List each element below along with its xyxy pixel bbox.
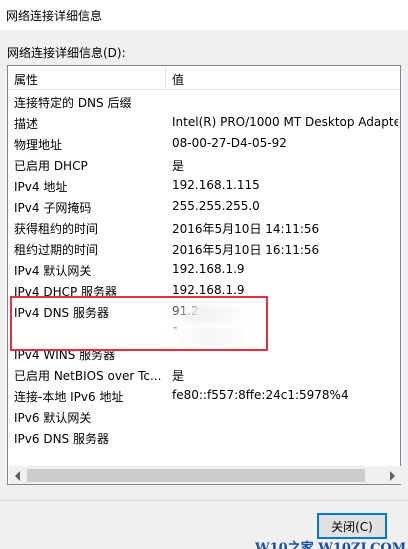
horizontal-scrollbar[interactable] — [9, 466, 401, 484]
table-row[interactable]: 租约过期的时间 2016年5月10日 16:11:56 — [8, 238, 400, 259]
value-cell: 是 — [172, 369, 185, 383]
property-cell: 已启用 NetBIOS over Tc... — [14, 369, 162, 383]
property-cell: 连接-本地 IPv6 地址 — [14, 390, 124, 404]
value-cell: 是 — [172, 159, 185, 173]
table-row[interactable]: 连接-本地 IPv6 地址 fe80::f557:8ffe:24c1:5978%4 — [8, 385, 400, 406]
column-header-property[interactable]: 属性 — [14, 71, 38, 88]
property-cell: IPv6 默认网关 — [14, 411, 92, 425]
highlight-box — [10, 296, 268, 351]
table-row[interactable]: 连接特定的 DNS 后缀 — [8, 91, 400, 112]
property-cell: 描述 — [14, 117, 39, 131]
value-cell: 2016年5月10日 16:11:56 — [172, 243, 320, 257]
window-title: 网络连接详细信息 — [6, 9, 103, 23]
table-row[interactable]: IPv6 DNS 服务器 — [8, 427, 400, 448]
property-cell: IPv6 DNS 服务器 — [14, 432, 109, 446]
value-cell: 192.168.1.9 — [172, 283, 245, 297]
property-cell: 物理地址 — [14, 138, 63, 152]
scroll-right-icon[interactable] — [390, 471, 395, 481]
table-row[interactable]: 描述 Intel(R) PRO/1000 MT Desktop Adapter — [8, 112, 400, 133]
value-cell: fe80::f557:8ffe:24c1:5978%4 — [172, 388, 349, 402]
table-row[interactable]: IPv4 子网掩码 255.255.255.0 — [8, 196, 400, 217]
property-cell: IPv4 地址 — [14, 180, 68, 194]
value-cell: 08-00-27-D4-05-92 — [172, 136, 287, 150]
column-header-value[interactable]: 值 — [172, 71, 184, 88]
table-row[interactable]: 物理地址 08-00-27-D4-05-92 — [8, 133, 400, 154]
value-cell: Intel(R) PRO/1000 MT Desktop Adapter — [172, 115, 398, 129]
table-row[interactable]: 已启用 DHCP 是 — [8, 154, 400, 175]
table-row[interactable]: IPv4 默认网关 192.168.1.9 — [8, 259, 400, 280]
value-cell: 2016年5月10日 14:11:56 — [172, 222, 320, 236]
value-cell: 192.168.1.115 — [172, 178, 260, 192]
scroll-left-icon[interactable] — [15, 471, 20, 481]
scrollbar-thumb[interactable] — [27, 469, 365, 482]
table-row[interactable]: IPv6 默认网关 — [8, 406, 400, 427]
details-list[interactable]: 属性 值 连接特定的 DNS 后缀 描述 Intel(R) PRO/1000 MT … — [7, 65, 401, 485]
property-cell: 连接特定的 DNS 后缀 — [14, 96, 132, 110]
table-row[interactable]: IPv4 地址 192.168.1.115 — [8, 175, 400, 196]
close-button[interactable]: 关闭(C) — [317, 513, 387, 539]
value-cell: 192.168.1.9 — [172, 262, 245, 276]
property-cell: IPv4 子网掩码 — [14, 201, 92, 215]
value-cell: 255.255.255.0 — [172, 199, 260, 213]
details-label: 网络连接详细信息(D): — [7, 46, 126, 60]
list-header: 属性 值 — [8, 66, 400, 90]
property-cell: IPv4 默认网关 — [14, 264, 92, 278]
table-row[interactable]: 已启用 NetBIOS over Tc... 是 — [8, 364, 400, 385]
watermark: W10之家 W10ZJ.COM — [255, 541, 407, 549]
property-cell: 获得租约的时间 — [14, 222, 99, 236]
footer-divider — [0, 500, 408, 501]
table-row[interactable]: 获得租约的时间 2016年5月10日 14:11:56 — [8, 217, 400, 238]
column-divider[interactable] — [165, 68, 166, 88]
property-cell: 租约过期的时间 — [14, 243, 99, 257]
property-cell: 已启用 DHCP — [14, 159, 88, 173]
title-bar: 网络连接详细信息 — [0, 0, 408, 30]
